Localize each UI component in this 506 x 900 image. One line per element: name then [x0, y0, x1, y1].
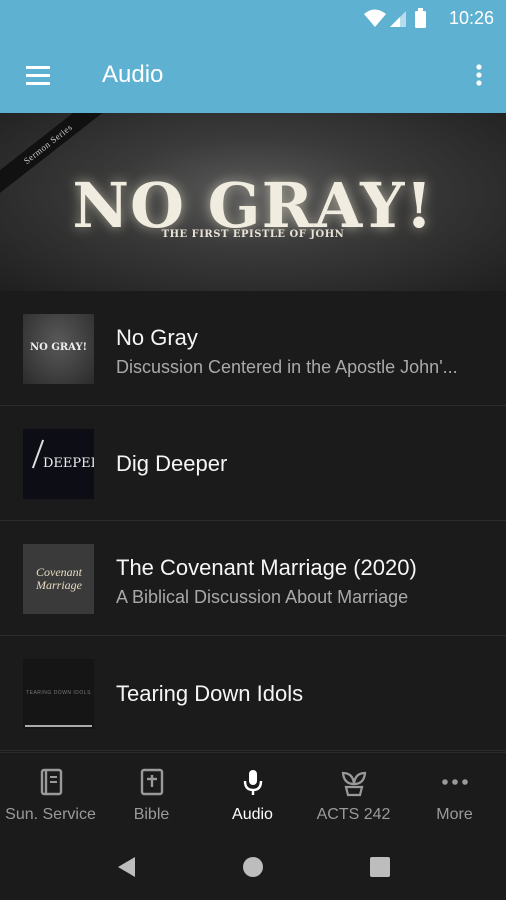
- item-title: Tearing Down Idols: [116, 681, 304, 706]
- book-icon: [40, 768, 62, 796]
- status-icons: [364, 8, 426, 28]
- cell-signal-icon: [390, 11, 406, 27]
- series-thumbnail: TEARING DOWN IDOLS: [23, 659, 94, 729]
- more-vertical-icon: [476, 64, 482, 86]
- sprout-icon: [341, 771, 366, 797]
- banner-subtitle: THE FIRST EPISTLE OF JOHN: [161, 229, 345, 240]
- back-icon[interactable]: [111, 852, 141, 882]
- list-item[interactable]: NO GRAY! No Gray Discussion Centered in …: [0, 291, 506, 406]
- home-icon[interactable]: [238, 852, 268, 882]
- list-item[interactable]: Covenant Marriage The Covenant Marriage …: [0, 521, 506, 636]
- clock: 10:26: [448, 8, 494, 28]
- bottom-navigation: Sun. Service Bible Audio ACTS 242 More: [0, 752, 506, 834]
- list-item[interactable]: TEARING DOWN IDOLS Tearing Down Idols: [0, 636, 506, 751]
- wifi-icon: [364, 9, 386, 27]
- status-bar: 10:26: [0, 0, 506, 37]
- item-title: No Gray: [116, 325, 198, 350]
- tab-label: ACTS 242: [316, 806, 391, 823]
- thumbnail-text: NO GRAY!: [30, 342, 87, 353]
- tab-sun-service[interactable]: Sun. Service: [0, 753, 101, 835]
- app-bar: Audio: [0, 37, 506, 113]
- item-title: Dig Deeper: [116, 451, 228, 476]
- series-thumbnail: DEEPER: [23, 429, 94, 499]
- tab-label: Sun. Service: [5, 806, 96, 823]
- menu-button[interactable]: [18, 57, 58, 93]
- series-thumbnail: NO GRAY!: [23, 314, 94, 384]
- more-dots-icon: [441, 779, 468, 785]
- thumbnail-text: TEARING DOWN IDOLS: [26, 690, 91, 696]
- thumbnail-underline: [25, 725, 92, 727]
- page-title: Audio: [102, 61, 164, 88]
- series-banner[interactable]: Sermon Series NO GRAY! THE FIRST EPISTLE…: [0, 113, 506, 291]
- tab-label: Bible: [133, 806, 170, 823]
- series-thumbnail: Covenant Marriage: [23, 544, 94, 614]
- item-subtitle: A Biblical Discussion About Marriage: [116, 587, 409, 607]
- microphone-icon: [243, 770, 262, 795]
- tab-more[interactable]: More: [404, 753, 505, 835]
- item-title: The Covenant Marriage (2020): [116, 555, 417, 580]
- recents-icon[interactable]: [365, 852, 395, 882]
- thumbnail-text: Covenant Marriage: [36, 565, 82, 592]
- overflow-menu-button[interactable]: [466, 57, 492, 93]
- thumbnail-text: DEEPER: [43, 456, 94, 471]
- audio-series-list: NO GRAY! No Gray Discussion Centered in …: [0, 291, 506, 751]
- bible-icon: [140, 768, 163, 796]
- tab-bible[interactable]: Bible: [101, 753, 202, 835]
- tab-label: Audio: [232, 806, 273, 823]
- tab-label: More: [436, 806, 473, 823]
- system-navigation-bar: [0, 834, 506, 900]
- list-item[interactable]: DEEPER Dig Deeper: [0, 406, 506, 521]
- item-subtitle: Discussion Centered in the Apostle John'…: [116, 357, 458, 377]
- tab-audio[interactable]: Audio: [202, 753, 303, 835]
- tab-acts-242[interactable]: ACTS 242: [303, 753, 404, 835]
- battery-icon: [415, 8, 426, 28]
- hamburger-menu-icon: [26, 66, 50, 85]
